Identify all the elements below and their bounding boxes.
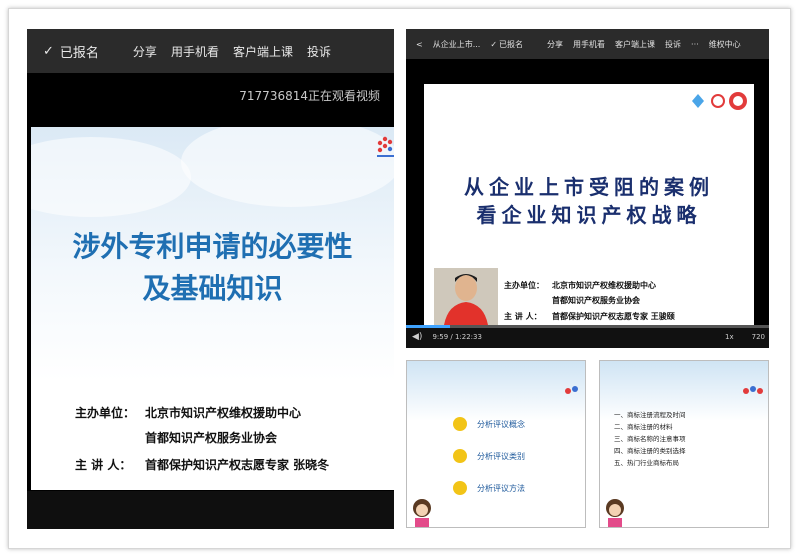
lecture-slide-2: 从企业上市受阻的案例 看企业知识产权战略 主办单位： 北京市知识产权维权援助中心… bbox=[424, 84, 754, 325]
course-title: 从企业上市... bbox=[432, 39, 481, 49]
slide-title-line1: 涉外专利申请的必要性 bbox=[72, 230, 353, 263]
share-button[interactable]: 分享 bbox=[133, 43, 157, 60]
slide-logo-icon bbox=[740, 383, 764, 399]
speaker-video-thumbnail bbox=[434, 268, 498, 325]
speaker-label: 主 讲 人： bbox=[75, 458, 132, 472]
more-button[interactable]: ··· bbox=[691, 40, 699, 49]
time-display: 9:59 / 1:22:33 bbox=[432, 332, 482, 341]
organizer-2-2: 首都知识产权服务业协会 bbox=[552, 296, 640, 305]
organizer-1-2: 北京市知识产权维权援助中心 bbox=[552, 281, 656, 290]
organizer-label-2: 主办单位： bbox=[504, 281, 544, 290]
list-item: 一、商标注册流程及时间 bbox=[614, 411, 686, 419]
main-video-player[interactable]: ✓ 已报名 分享 用手机看 客户端上课 投诉 717736814正在观看视频 涉… bbox=[27, 29, 394, 529]
quality-button[interactable]: 720 bbox=[752, 333, 765, 341]
association-logo-icon bbox=[375, 133, 394, 159]
list-item: 四、商标注册的类别选择 bbox=[614, 447, 686, 455]
check-icon: ✓ bbox=[43, 43, 54, 59]
bullet-dot-icon bbox=[453, 449, 467, 463]
slide-title-line2-2: 看企业知识产权战略 bbox=[476, 203, 702, 227]
speed-button[interactable]: 1x bbox=[725, 333, 734, 341]
bullet-item: 分析评议概念 bbox=[453, 417, 525, 431]
bullet-item: 分析评议方法 bbox=[453, 481, 525, 495]
play-icon[interactable]: ◀) bbox=[412, 332, 422, 342]
progress-track[interactable] bbox=[406, 325, 769, 328]
organizer-label: 主办单位： bbox=[75, 406, 136, 420]
registered-status-2[interactable]: 已报名 bbox=[499, 39, 523, 50]
slide-thumbnail-trademark: 一、商标注册流程及时间 二、商标注册的材料 三、商标名称的注意事项 四、商标注册… bbox=[599, 360, 769, 528]
bullet-item: 分析评议类别 bbox=[453, 449, 525, 463]
speaker-name: 首都保护知识产权志愿专家 张晓冬 bbox=[145, 458, 330, 472]
speaker-name-2: 首都保护知识产权志愿专家 王骏颐 bbox=[552, 312, 675, 321]
check-icon: ✓ bbox=[490, 39, 498, 49]
client-class-button-2[interactable]: 客户端上课 bbox=[615, 39, 655, 50]
viewer-notice: 717736814正在观看视频 bbox=[27, 73, 394, 119]
progress-fill bbox=[406, 325, 450, 328]
cartoon-girl-icon bbox=[409, 497, 435, 527]
player-toolbar: ✓ 已报名 分享 用手机看 客户端上课 投诉 bbox=[27, 29, 394, 73]
player-toolbar-2: < 从企业上市... ✓ 已报名 分享 用手机看 客户端上课 投诉 ··· 维权… bbox=[406, 29, 769, 59]
speaker-label-2: 主 讲 人： bbox=[504, 312, 542, 321]
cartoon-girl-icon bbox=[602, 497, 628, 527]
second-video-player[interactable]: < 从企业上市... ✓ 已报名 分享 用手机看 客户端上课 投诉 ··· 维权… bbox=[406, 29, 769, 348]
slide-title-line2: 及基础知识 bbox=[142, 272, 283, 305]
agenda-list: 一、商标注册流程及时间 二、商标注册的材料 三、商标名称的注意事项 四、商标注册… bbox=[614, 409, 686, 469]
organizer-2: 首都知识产权服务业协会 bbox=[145, 431, 278, 445]
rights-center-button[interactable]: 维权中心 bbox=[709, 39, 741, 50]
complaint-button[interactable]: 投诉 bbox=[307, 43, 331, 60]
client-class-button[interactable]: 客户端上课 bbox=[233, 43, 293, 60]
bullet-dot-icon bbox=[453, 417, 467, 431]
bullet-dot-icon bbox=[453, 481, 467, 495]
playback-controls: ◀) 9:59 / 1:22:33 1x 720 bbox=[406, 325, 769, 348]
back-button[interactable]: < bbox=[416, 40, 423, 49]
share-button-2[interactable]: 分享 bbox=[547, 39, 563, 50]
registered-status[interactable]: ✓ 已报名 bbox=[43, 42, 99, 61]
list-item: 二、商标注册的材料 bbox=[614, 423, 673, 431]
list-item: 五、热门行业商标布局 bbox=[614, 459, 679, 467]
complaint-button-2[interactable]: 投诉 bbox=[665, 39, 681, 50]
slide-title-line1-2: 从企业上市受阻的案例 bbox=[464, 175, 714, 199]
player-bottom-bar bbox=[27, 491, 394, 529]
watch-on-mobile-button-2[interactable]: 用手机看 bbox=[573, 39, 605, 50]
watch-on-mobile-button[interactable]: 用手机看 bbox=[171, 43, 219, 60]
slide-sky-bg bbox=[407, 361, 585, 421]
slide-logos-icon bbox=[688, 90, 750, 112]
slide-thumbnail-analysis: 分析评议概念 分析评议类别 分析评议方法 bbox=[406, 360, 586, 528]
slide-logo-icon bbox=[563, 383, 581, 399]
list-item: 三、商标名称的注意事项 bbox=[614, 435, 686, 443]
lecture-slide: 涉外专利申请的必要性 及基础知识 主办单位： 北京市知识产权维权援助中心 首都知… bbox=[31, 127, 394, 490]
organizer-1: 北京市知识产权维权援助中心 bbox=[145, 406, 302, 420]
